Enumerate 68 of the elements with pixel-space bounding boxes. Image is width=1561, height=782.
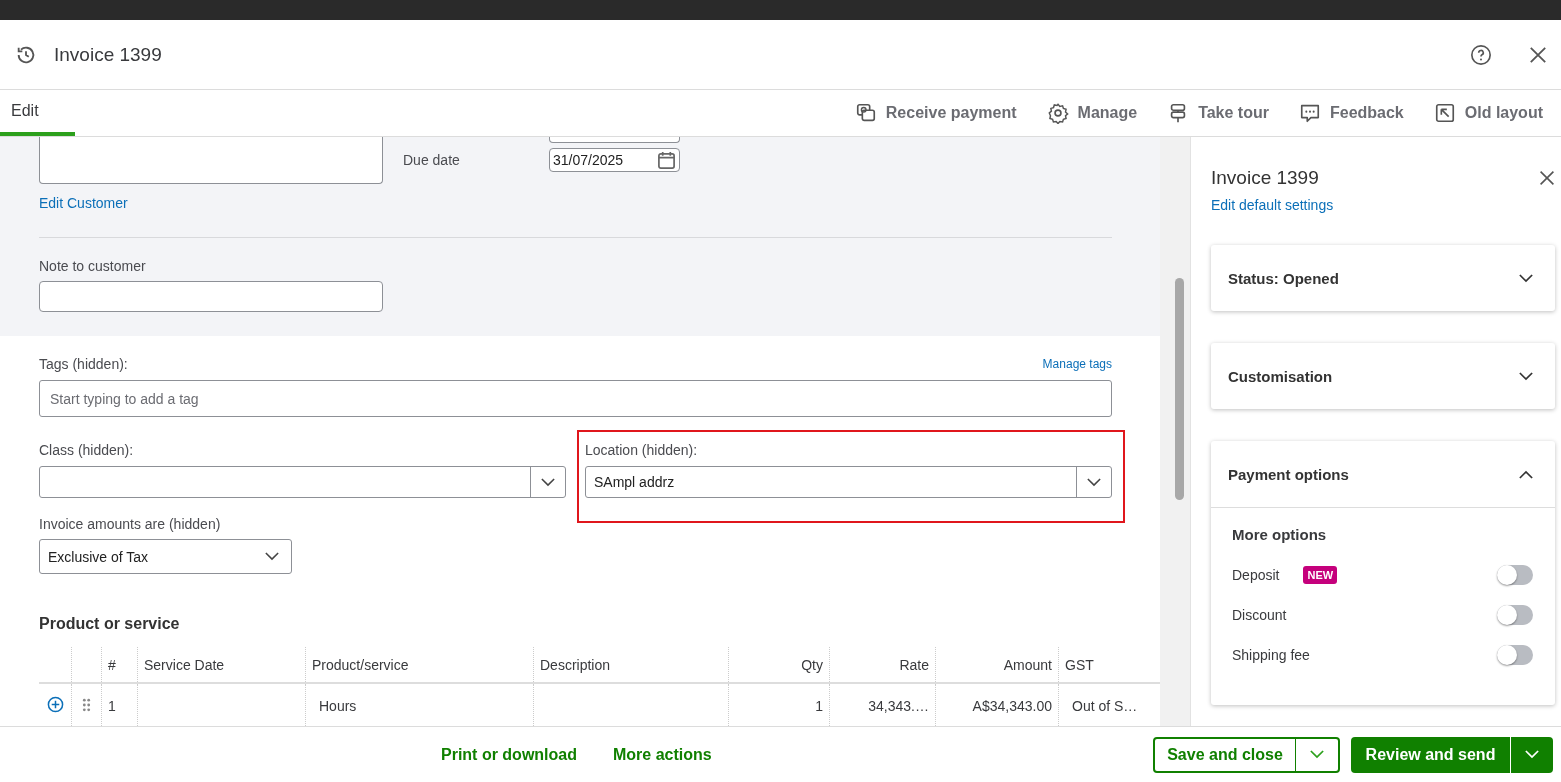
column-header: Amount	[935, 647, 1059, 683]
toolbar-button[interactable]: Manage	[1036, 90, 1148, 136]
calendar-icon[interactable]	[657, 150, 676, 170]
note-label: Note to customer	[39, 258, 147, 274]
panel-title: Invoice 1399	[1211, 167, 1319, 189]
footer-link[interactable]: More actions	[613, 745, 712, 764]
column-header: Qty	[728, 647, 830, 683]
card-title[interactable]: Payment options	[1228, 465, 1349, 483]
toggle-switch[interactable]	[1497, 645, 1533, 665]
footer-link[interactable]: Print or download	[441, 745, 577, 764]
drag-handle-icon[interactable]	[82, 697, 91, 712]
invoice-title: Invoice 1399	[54, 43, 162, 66]
scrollbar[interactable]	[1160, 137, 1191, 726]
table-cell: 1	[728, 683, 830, 726]
tags-field[interactable]: Start typing to add a tag	[39, 380, 1112, 417]
table-cell: A$34,343.00	[935, 683, 1059, 726]
help-icon[interactable]	[1470, 43, 1492, 66]
chevron-up-icon[interactable]	[1519, 469, 1533, 479]
card-title[interactable]: Status: Opened	[1228, 269, 1339, 287]
chat-icon	[1298, 102, 1321, 124]
amounts-label: Invoice amounts are (hidden)	[39, 516, 222, 532]
column-header: Service Date	[137, 647, 306, 683]
column-header: Rate	[829, 647, 936, 683]
class-dropdown[interactable]	[39, 466, 566, 498]
add-icon[interactable]	[46, 696, 64, 713]
edit-settings-link[interactable]: Edit default settings	[1211, 197, 1555, 213]
class-label: Class (hidden):	[39, 442, 135, 458]
due-date-label: Due date	[403, 152, 461, 168]
location-dropdown[interactable]: SAmpl addrz	[585, 466, 1112, 498]
caret-icon	[541, 477, 555, 487]
table-cell: Hours	[305, 683, 534, 726]
table-cell: 34,343.…	[829, 683, 936, 726]
caret-icon	[265, 552, 279, 561]
address-field[interactable]	[39, 137, 383, 184]
payment-icon	[854, 102, 877, 124]
due-date-field[interactable]: 31/07/2025	[549, 148, 680, 172]
toolbar-button[interactable]: Feedback	[1288, 90, 1414, 136]
toolbar-button[interactable]: Take tour	[1157, 90, 1279, 136]
location-label: Location (hidden):	[585, 442, 699, 458]
card-title[interactable]: Customisation	[1228, 367, 1333, 385]
option-label: Deposit	[1232, 567, 1280, 583]
column-header: #	[101, 647, 138, 683]
column-header: Product/service	[305, 647, 534, 683]
toggle-switch[interactable]	[1497, 605, 1533, 625]
toggle-switch[interactable]	[1497, 565, 1533, 585]
column-header: Description	[533, 647, 729, 683]
chevron-down-icon[interactable]	[1519, 273, 1533, 283]
amounts-dropdown[interactable]: Exclusive of Tax	[39, 539, 292, 574]
caret-icon	[1087, 477, 1101, 487]
caret-icon	[1310, 750, 1324, 759]
toolbar-button[interactable]: Receive payment	[844, 90, 1027, 136]
caret-icon	[1525, 750, 1539, 759]
note-field[interactable]	[39, 281, 383, 312]
section-heading: Product or service	[39, 615, 181, 633]
close-icon[interactable]	[1529, 45, 1547, 64]
table-cell: 1	[101, 683, 138, 726]
option-label: Discount	[1232, 607, 1287, 623]
edit-customer-link[interactable]: Edit Customer	[39, 195, 128, 211]
option-label: Shipping fee	[1232, 647, 1310, 663]
close-icon[interactable]	[1539, 170, 1555, 186]
settings-icon	[1046, 102, 1069, 124]
manage-tags-link[interactable]: Manage tags	[1042, 357, 1112, 371]
options-heading: More options	[1232, 526, 1328, 543]
tags-label: Tags (hidden):	[39, 356, 128, 372]
toolbar-button[interactable]: Old layout	[1423, 90, 1553, 136]
date-field[interactable]	[549, 137, 680, 143]
new-badge: NEW	[1303, 566, 1338, 584]
chevron-down-icon[interactable]	[1519, 371, 1533, 381]
